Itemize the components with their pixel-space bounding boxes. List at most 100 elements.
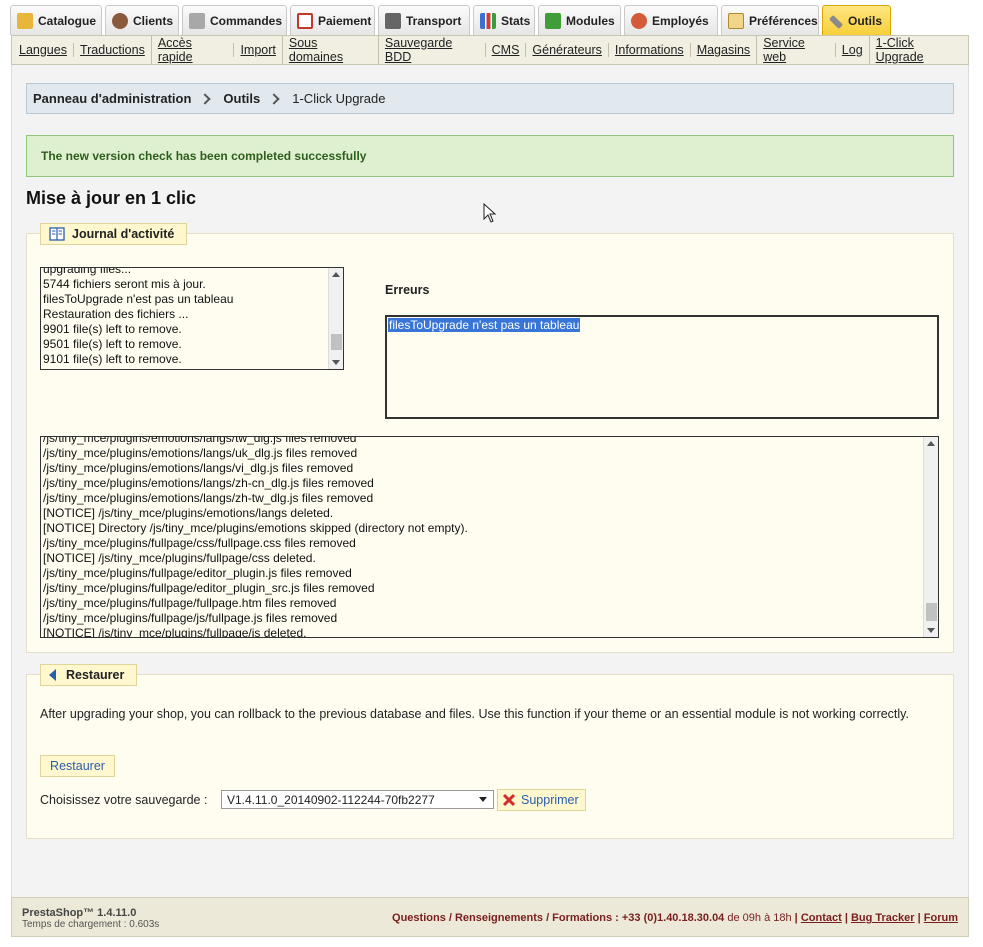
main-tab-bar: Catalogue Clients Commandes Paiement Tra… [0, 0, 983, 36]
footer-hours: de 09h à 18h [727, 912, 792, 924]
tab-label: Paiement [318, 13, 372, 28]
scrollbar-thumb[interactable] [331, 334, 342, 350]
quick-log-scrollbar[interactable] [328, 268, 343, 369]
footer-contact-text: Questions / Renseignements / Formations … [392, 912, 619, 924]
tab-paiement[interactable]: Paiement [290, 5, 375, 35]
tab-outils[interactable]: Outils [822, 5, 891, 35]
scroll-up-icon[interactable] [332, 272, 340, 277]
tab-label: Commandes [210, 13, 283, 28]
tab-label: Préférences [749, 13, 818, 28]
footer-info: Questions / Renseignements / Formations … [392, 912, 958, 924]
subnav-cms[interactable]: CMS [484, 43, 526, 57]
tab-stats[interactable]: Stats [473, 5, 535, 35]
subnav-generateurs[interactable]: Générateurs [525, 43, 607, 57]
footer-phone: +33 (0)1.40.18.30.04 [621, 912, 725, 924]
log-line: [NOTICE] /js/tiny_mce/plugins/fullpage/j… [43, 626, 307, 638]
employee-icon [631, 12, 647, 29]
chevron-right-icon [199, 92, 212, 105]
cart-icon [189, 12, 205, 29]
subnav-sauvegarde-bdd[interactable]: Sauvegarde BDD [377, 36, 485, 64]
activity-legend: Journal d'activité [40, 223, 187, 245]
restore-legend-label: Restaurer [66, 668, 125, 682]
log-line: filesToUpgrade n'est pas un tableau [43, 292, 234, 306]
scroll-up-icon[interactable] [927, 441, 935, 446]
log-line: upgrading files... [43, 267, 132, 276]
errors-textarea[interactable]: filesToUpgrade n'est pas un tableau [385, 315, 939, 419]
subnav-traductions[interactable]: Traductions [72, 43, 151, 57]
truck-icon [385, 12, 401, 29]
tab-transport[interactable]: Transport [378, 5, 470, 35]
subnav-sous-domaines[interactable]: Sous domaines [281, 36, 378, 64]
backup-select-value: V1.4.11.0_20140902-112244-70fb2277 [227, 792, 435, 807]
backup-select[interactable]: V1.4.11.0_20140902-112244-70fb2277 [221, 790, 494, 809]
log-line: /js/tiny_mce/plugins/fullpage/editor_plu… [43, 566, 352, 580]
chevron-right-icon [268, 92, 280, 105]
activity-legend-label: Journal d'activité [72, 227, 175, 241]
scrollbar-thumb[interactable] [926, 603, 937, 621]
full-log-textarea[interactable]: /js/tiny_mce/plugins/emotions/langs/tw_d… [40, 436, 939, 638]
subnav-service-web[interactable]: Service web [756, 36, 835, 64]
restore-legend: Restaurer [40, 664, 137, 686]
delete-icon [502, 793, 516, 807]
tab-catalogue[interactable]: Catalogue [10, 5, 102, 35]
payment-icon [297, 12, 313, 29]
full-log-lines: /js/tiny_mce/plugins/emotions/langs/tw_d… [42, 436, 468, 638]
success-alert: The new version check has been completed… [26, 135, 954, 177]
tab-commandes[interactable]: Commandes [182, 5, 287, 35]
tab-label: Clients [133, 13, 174, 28]
footer-link-contact[interactable]: Contact [801, 912, 842, 924]
back-arrow-icon [49, 669, 56, 681]
log-line: /js/tiny_mce/plugins/emotions/langs/tw_d… [43, 436, 357, 445]
error-line: filesToUpgrade n'est pas un tableau [388, 318, 581, 332]
log-line: /js/tiny_mce/plugins/fullpage/css/fullpa… [43, 536, 356, 550]
log-line: [NOTICE] /js/tiny_mce/plugins/fullpage/c… [43, 551, 316, 565]
scroll-down-icon[interactable] [332, 360, 340, 365]
tab-employes[interactable]: Employés [624, 5, 718, 35]
puzzle-icon [545, 12, 561, 29]
tab-label: Catalogue [38, 13, 97, 28]
subnav-magasins[interactable]: Magasins [689, 43, 757, 57]
footer-brand: PrestaShop™ 1.4.11.0 [22, 907, 137, 919]
delete-backup-button[interactable]: Supprimer [497, 789, 586, 811]
log-line: 9101 file(s) left to remove. [43, 352, 182, 366]
backup-label: Choisissez votre sauvegarde : [40, 793, 208, 807]
log-line: /js/tiny_mce/plugins/emotions/langs/vi_d… [43, 461, 354, 475]
breadcrumb-root[interactable]: Panneau d'administration [33, 91, 191, 106]
footer-link-forum[interactable]: Forum [924, 912, 958, 924]
tab-preferences[interactable]: Préférences [721, 5, 819, 35]
folder-icon [17, 12, 33, 29]
tab-label: Outils [848, 13, 883, 28]
subnav-1-click-upgrade[interactable]: 1-Click Upgrade [868, 36, 968, 64]
preferences-icon [728, 12, 744, 29]
sub-navigation: Langues Traductions Accès rapide Import … [11, 35, 969, 65]
subnav-informations[interactable]: Informations [607, 43, 690, 57]
quick-log-lines: upgrading files... 5744 fichiers seront … [42, 267, 234, 367]
subnav-import[interactable]: Import [233, 43, 281, 57]
tab-modules[interactable]: Modules [538, 5, 621, 35]
mouse-cursor-icon [483, 203, 497, 223]
restore-description: After upgrading your shop, you can rollb… [40, 707, 909, 721]
tab-clients[interactable]: Clients [105, 5, 179, 35]
log-line: 9901 file(s) left to remove. [43, 322, 182, 336]
log-line: /js/tiny_mce/plugins/fullpage/editor_plu… [43, 581, 375, 595]
log-line: /js/tiny_mce/plugins/fullpage/js/fullpag… [43, 611, 338, 625]
tab-label: Stats [501, 13, 531, 28]
log-line: /js/tiny_mce/plugins/emotions/langs/zh-t… [43, 491, 374, 505]
scroll-down-icon[interactable] [927, 628, 935, 633]
quick-log-textarea[interactable]: upgrading files... 5744 fichiers seront … [40, 267, 344, 370]
stats-icon [480, 12, 496, 29]
restore-button[interactable]: Restaurer [40, 755, 115, 777]
delete-button-label: Supprimer [521, 793, 579, 807]
subnav-langues[interactable]: Langues [19, 43, 73, 57]
log-line: /js/tiny_mce/plugins/fullpage/fullpage.h… [43, 596, 337, 610]
subnav-log[interactable]: Log [834, 43, 869, 57]
full-log-scrollbar[interactable] [923, 437, 938, 637]
log-line: [NOTICE] Directory /js/tiny_mce/plugins/… [43, 521, 468, 535]
footer-link-bug-tracker[interactable]: Bug Tracker [851, 912, 915, 924]
subnav-acces-rapide[interactable]: Accès rapide [150, 36, 234, 64]
log-line: /js/tiny_mce/plugins/emotions/langs/uk_d… [43, 446, 358, 460]
page-title: Mise à jour en 1 clic [26, 188, 197, 208]
tab-label: Modules [566, 13, 615, 28]
breadcrumb-section[interactable]: Outils [223, 91, 260, 106]
log-line: 5744 fichiers seront mis à jour. [43, 277, 206, 291]
